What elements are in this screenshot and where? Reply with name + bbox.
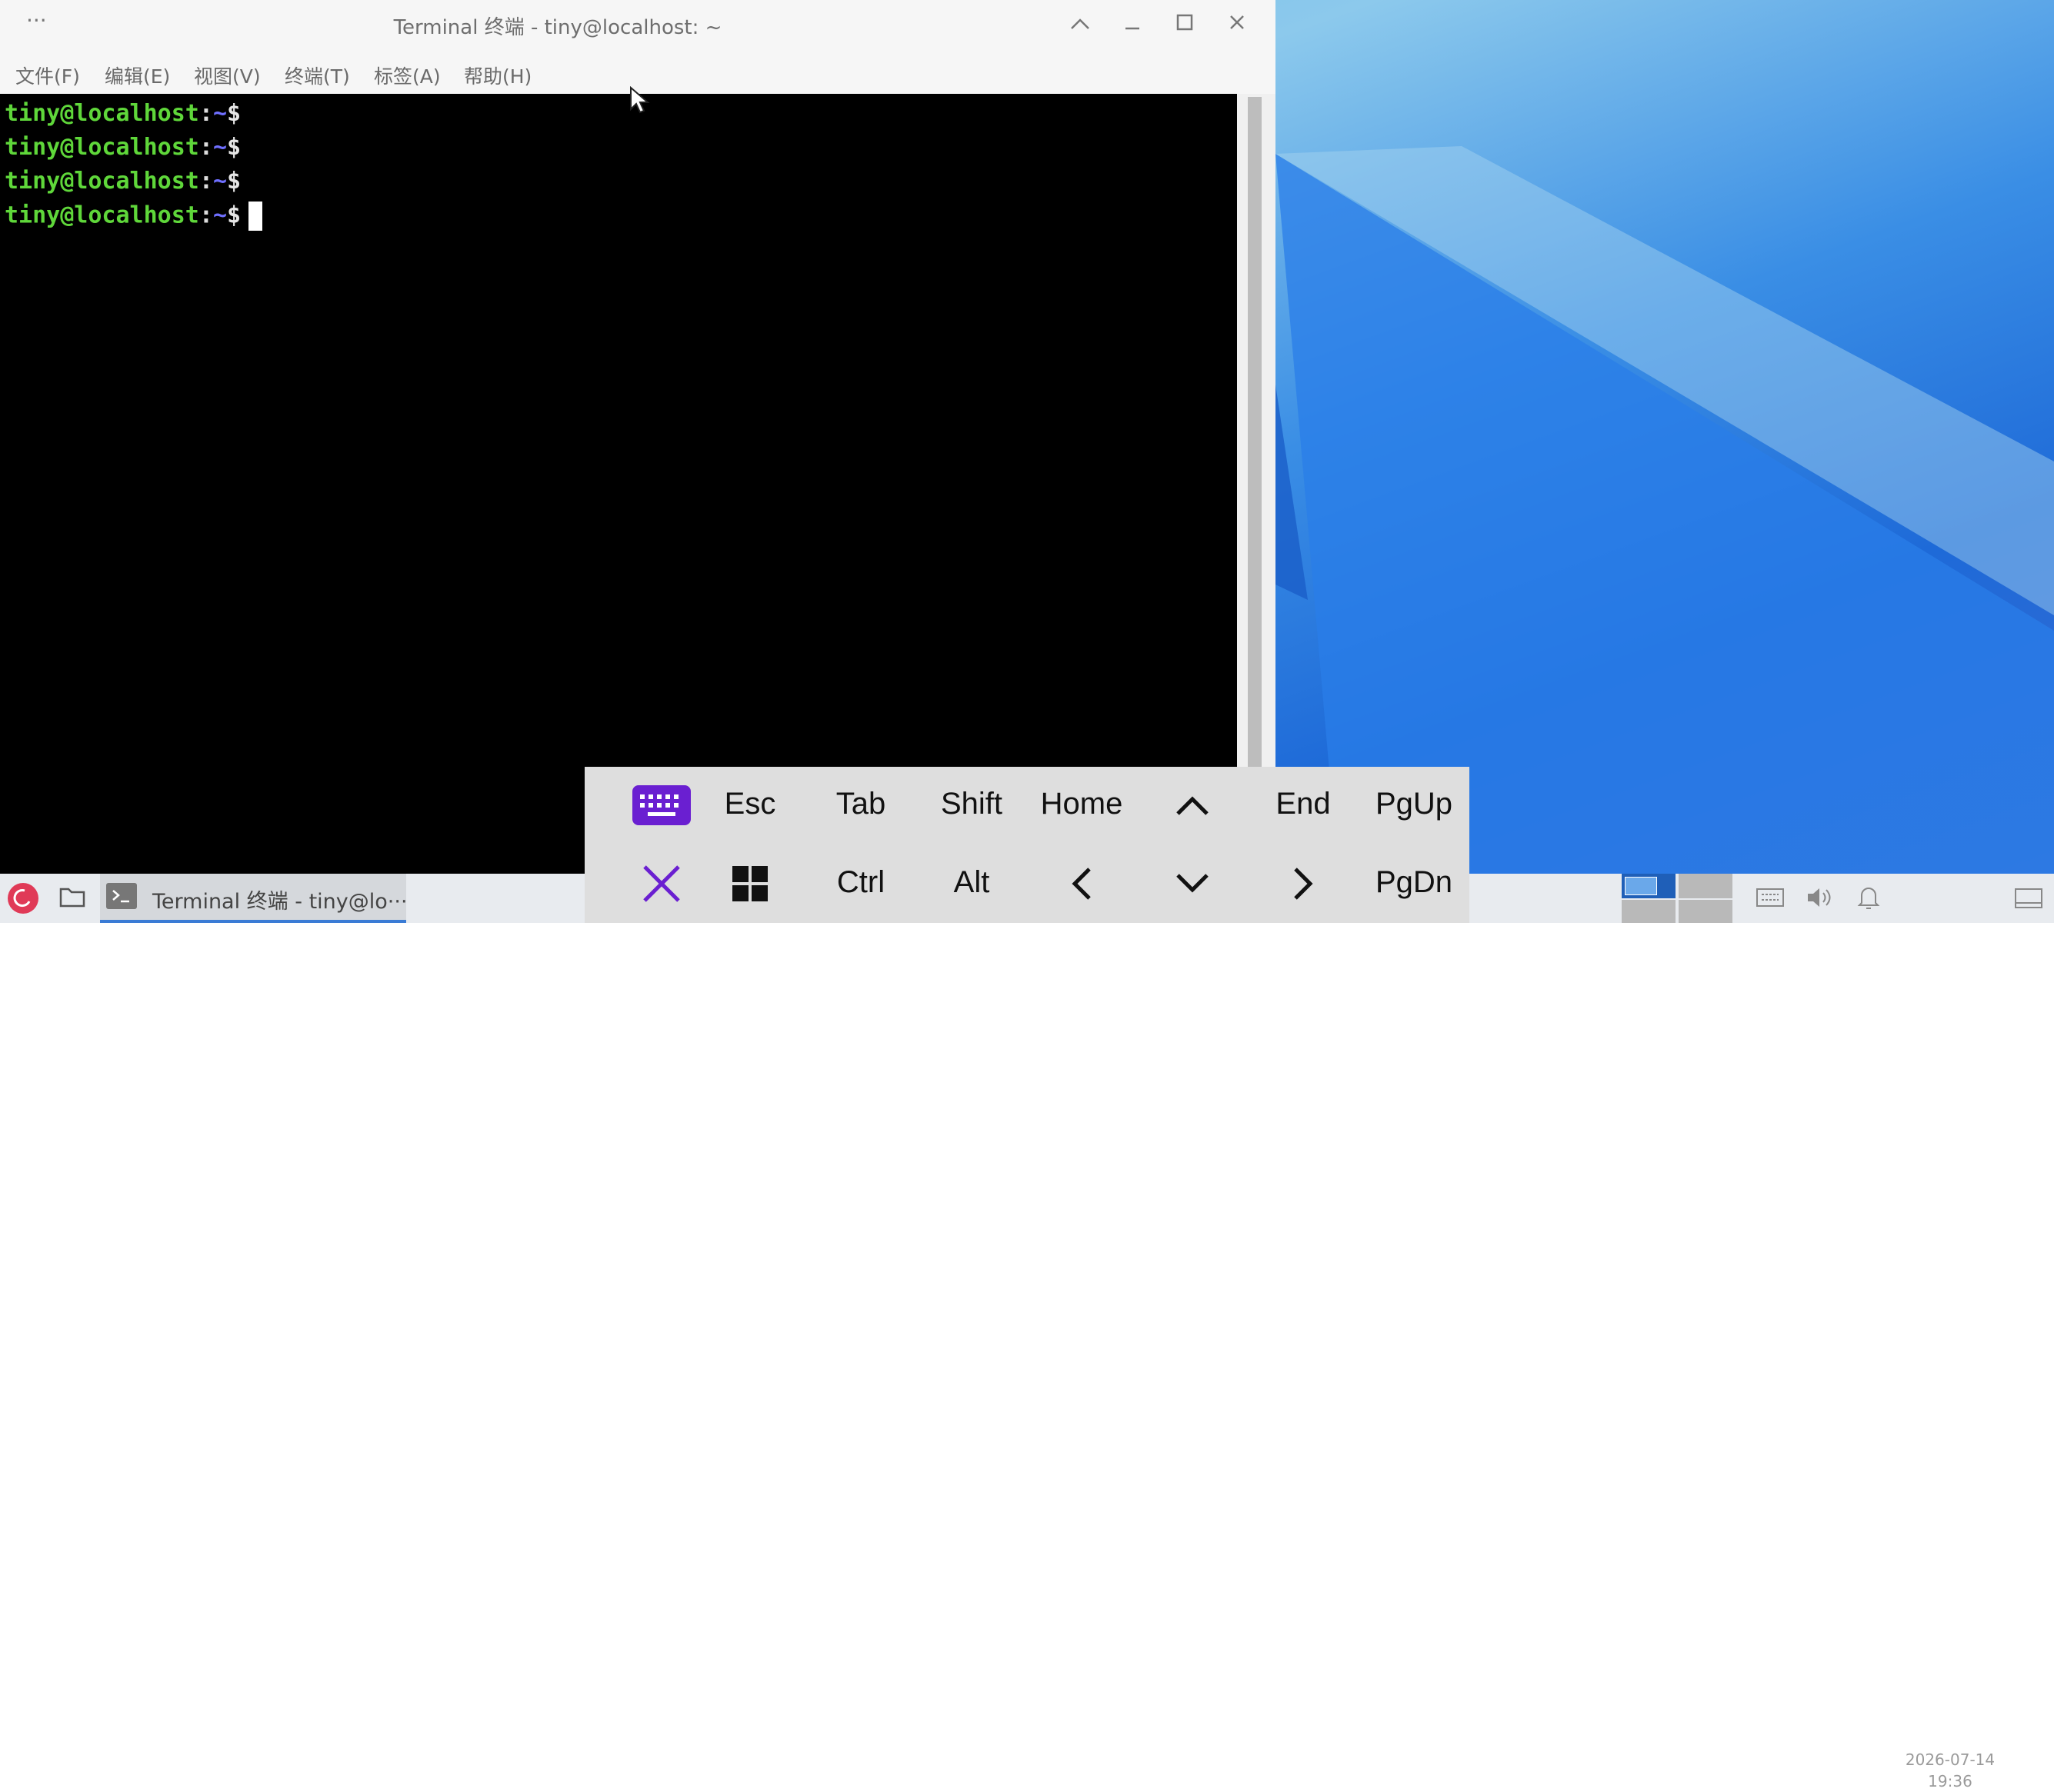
workspace-2[interactable]	[1679, 874, 1732, 898]
workspace-1[interactable]	[1622, 874, 1676, 898]
key-ctrl[interactable]: Ctrl	[807, 848, 915, 917]
terminal-app-icon	[106, 883, 137, 909]
key-shift[interactable]: Shift	[918, 769, 1025, 838]
key-esc[interactable]: Esc	[696, 769, 804, 838]
chevron-up-icon[interactable]	[1062, 8, 1099, 42]
taskbar-task-label: Terminal 终端 - tiny@lo···	[152, 890, 408, 914]
keyboard-tray-icon[interactable]	[1756, 888, 1785, 911]
key-pgup[interactable]: PgUp	[1360, 769, 1468, 838]
terminal-line: tiny@localhost:~$	[5, 100, 242, 127]
workspace-switcher[interactable]	[1622, 874, 1734, 923]
arrow-left-icon[interactable]	[1028, 848, 1135, 917]
key-pgdn[interactable]: PgDn	[1360, 848, 1468, 917]
key-end[interactable]: End	[1249, 769, 1357, 838]
workspace-4[interactable]	[1679, 900, 1732, 923]
show-desktop-icon[interactable]	[2014, 888, 2043, 912]
scrollbar-thumb[interactable]	[1248, 97, 1262, 774]
folder-icon[interactable]	[58, 884, 86, 912]
terminal-line: tiny@localhost:~$	[5, 168, 242, 195]
terminal-line: tiny@localhost:~$	[5, 202, 263, 231]
notification-bell-icon[interactable]	[1856, 883, 1882, 914]
mouse-pointer-icon	[630, 86, 650, 114]
menu-tabs[interactable]: 标签(A)	[374, 62, 441, 89]
windows-key-icon[interactable]	[696, 848, 804, 917]
arrow-up-icon[interactable]	[1139, 769, 1246, 838]
minimize-icon[interactable]	[1114, 8, 1151, 42]
key-tab[interactable]: Tab	[807, 769, 915, 838]
arrow-right-icon[interactable]	[1249, 848, 1357, 917]
extra-keys-bar: Esc Tab Shift Home End PgUp Ctrl Alt PgD…	[585, 767, 1469, 923]
title-bar[interactable]: ··· Terminal 终端 - tiny@localhost: ~	[0, 0, 1275, 51]
key-home[interactable]: Home	[1028, 769, 1135, 838]
menu-edit[interactable]: 编辑(E)	[105, 62, 170, 89]
text-cursor	[248, 202, 263, 231]
volume-icon[interactable]	[1805, 884, 1836, 914]
menu-view[interactable]: 视图(V)	[194, 62, 261, 89]
menu-terminal[interactable]: 终端(T)	[285, 62, 350, 89]
clock[interactable]: 2026-07-14 19:36	[1900, 1749, 2000, 1792]
debian-logo-icon[interactable]	[8, 883, 38, 914]
workspace-3[interactable]	[1622, 900, 1676, 923]
taskbar-task-terminal[interactable]: Terminal 终端 - tiny@lo···	[100, 874, 408, 923]
terminal-output[interactable]: tiny@localhost:~$ tiny@localhost:~$ tiny…	[0, 94, 1237, 877]
menu-help[interactable]: 帮助(H)	[464, 62, 532, 89]
clock-time: 19:36	[1928, 1772, 1972, 1790]
clock-date: 2026-07-14	[1905, 1750, 1996, 1769]
terminal-window: ··· Terminal 终端 - tiny@localhost: ~ 文件(F…	[0, 0, 1275, 877]
menu-file[interactable]: 文件(F)	[15, 62, 80, 89]
window-title: Terminal 终端 - tiny@localhost: ~	[393, 16, 722, 39]
maximize-icon[interactable]	[1166, 8, 1203, 42]
terminal-line: tiny@localhost:~$	[5, 134, 242, 161]
arrow-down-icon[interactable]	[1139, 848, 1246, 917]
key-alt[interactable]: Alt	[918, 848, 1025, 917]
close-icon[interactable]	[1219, 8, 1255, 42]
